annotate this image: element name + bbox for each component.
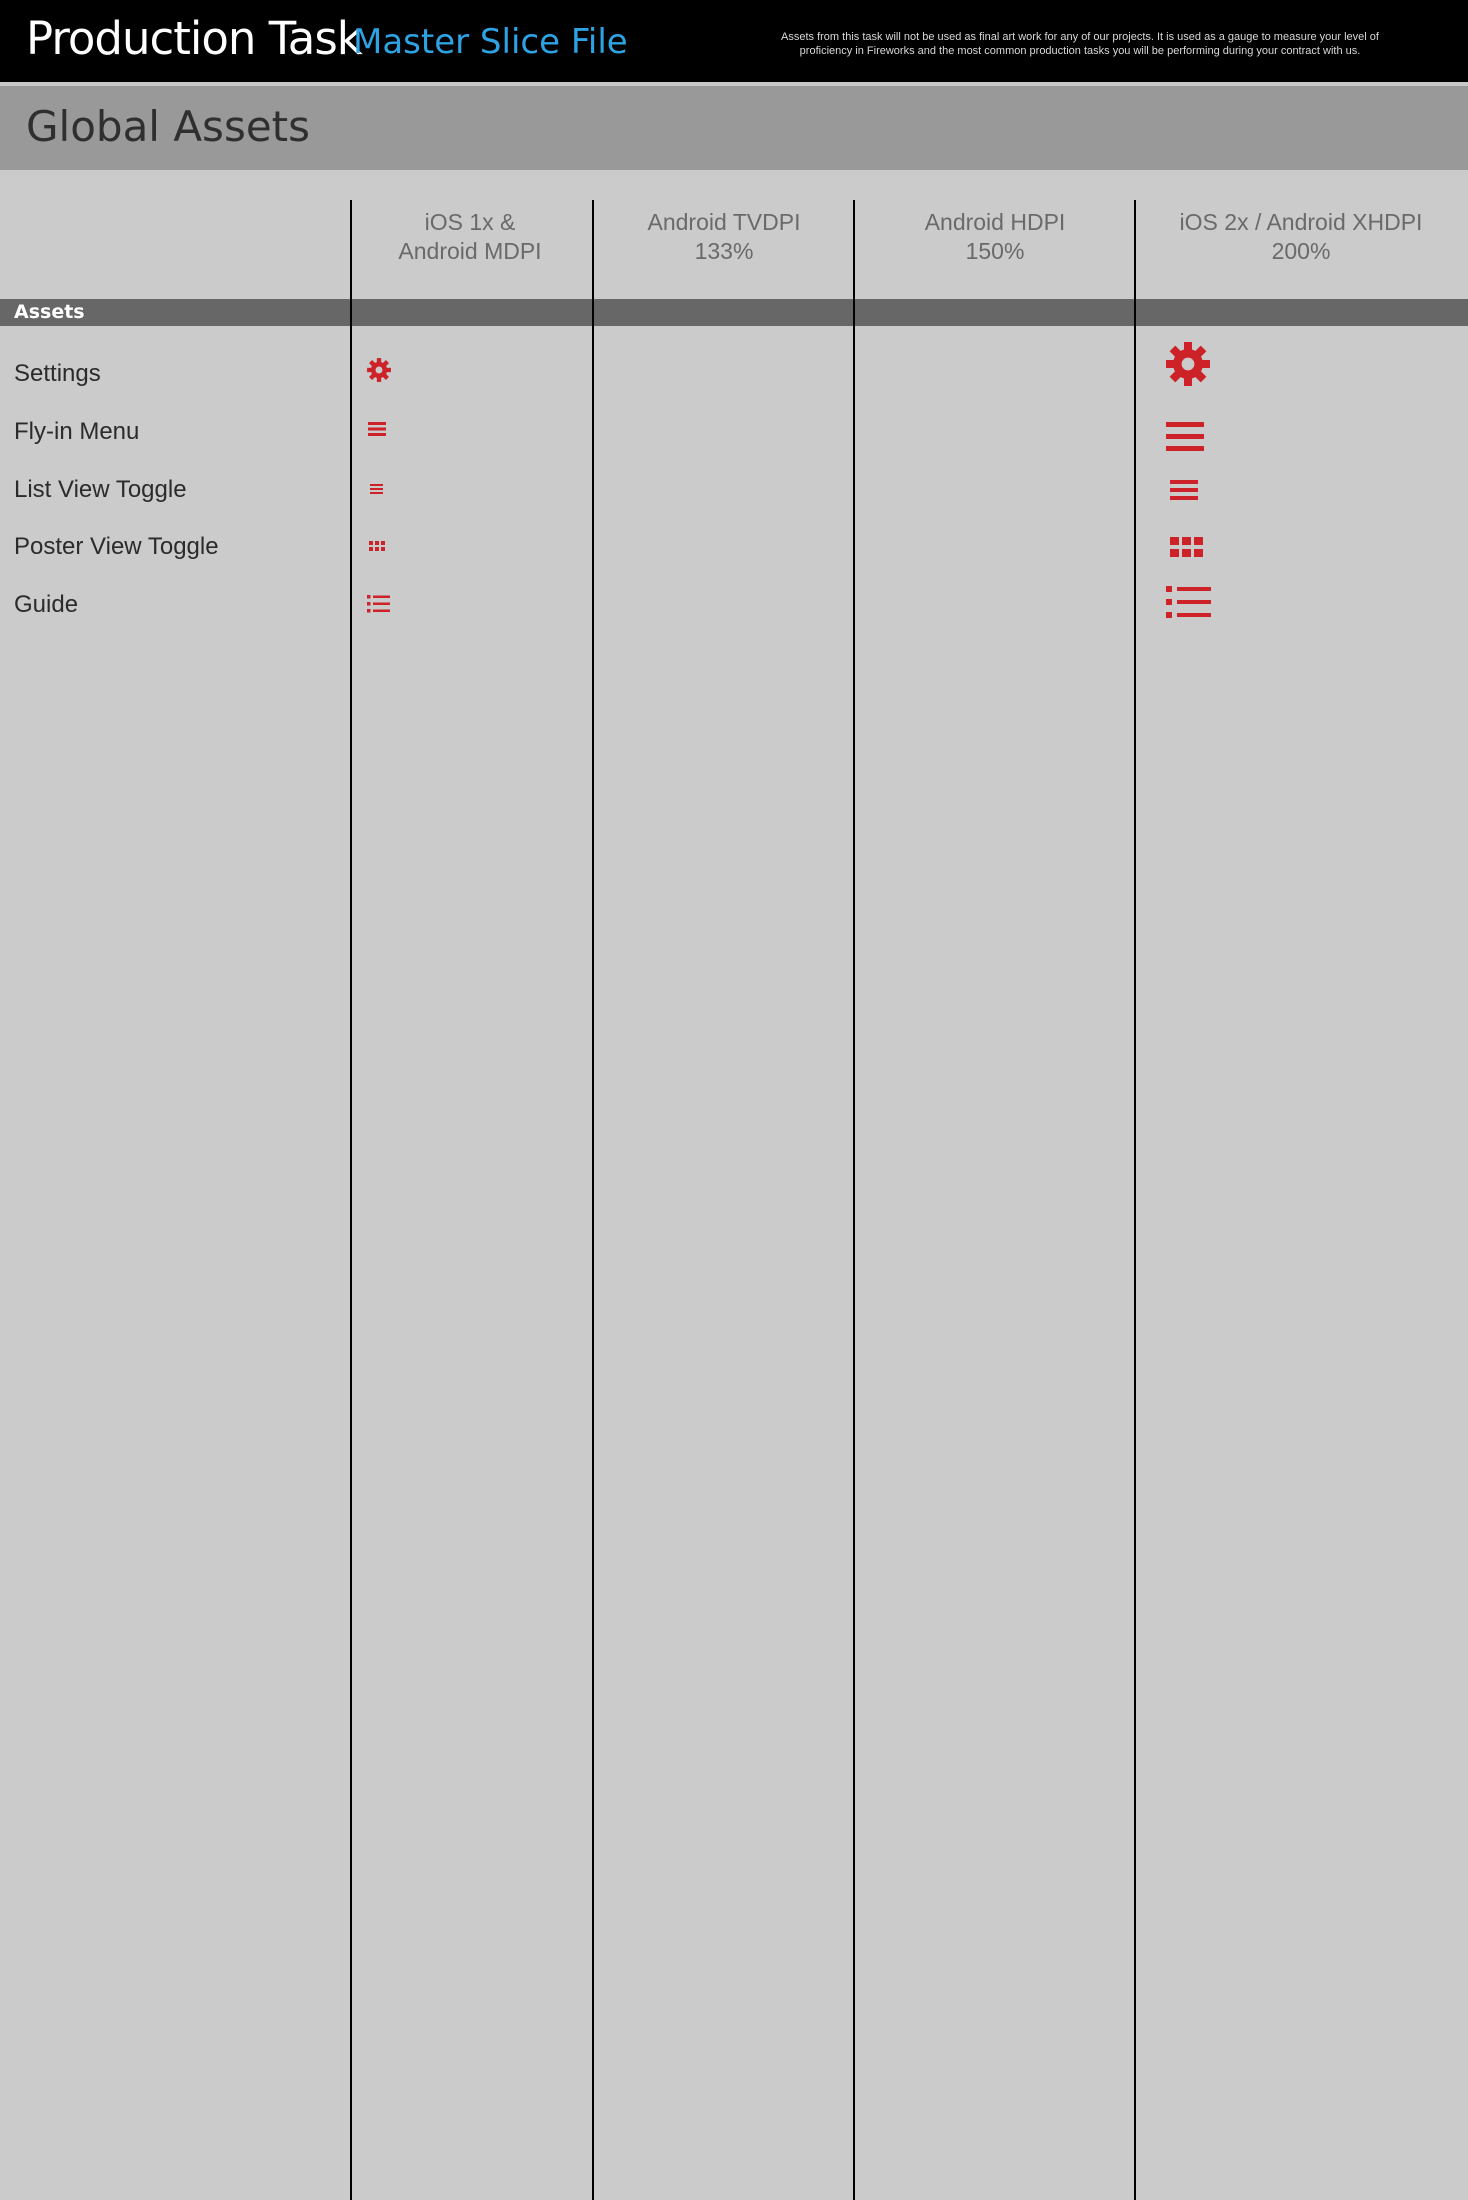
list-view-icon <box>1170 478 1198 502</box>
column-header-line: iOS 2x / Android XHDPI <box>1179 209 1423 235</box>
column-header-ios-1x: iOS 1x & Android MDPI <box>352 208 588 266</box>
page-title: Production Task <box>26 12 363 65</box>
column-header-line: 133% <box>694 238 754 264</box>
disclaimer-line-1: Assets from this task will not be used a… <box>781 31 1379 43</box>
bulleted-list-icon <box>367 594 391 614</box>
column-divider <box>350 200 352 2200</box>
row-label-list-view-toggle: List View Toggle <box>14 476 187 503</box>
bulleted-list-icon <box>1166 585 1212 621</box>
column-header-line: Android TVDPI <box>647 209 801 235</box>
column-header-ios-2x: iOS 2x / Android XHDPI 200% <box>1136 208 1466 266</box>
column-divider <box>853 200 855 2200</box>
row-label-poster-view-toggle: Poster View Toggle <box>14 533 219 560</box>
column-header-tvdpi: Android TVDPI 133% <box>594 208 854 266</box>
disclaimer-line-2: proficiency in Fireworks and the most co… <box>799 45 1361 57</box>
assets-group-label: Assets <box>14 301 85 323</box>
section-header: Global Assets <box>0 86 1468 170</box>
hamburger-menu-icon <box>368 421 386 437</box>
column-header-line: 150% <box>965 238 1025 264</box>
grid-view-icon <box>369 540 386 552</box>
gear-icon <box>1164 340 1212 388</box>
row-label-guide: Guide <box>14 591 79 618</box>
row-label-settings: Settings <box>14 360 101 387</box>
disclaimer-text: Assets from this task will not be used a… <box>740 30 1420 58</box>
column-header-line: iOS 1x & <box>424 209 516 235</box>
section-title: Global Assets <box>26 102 311 151</box>
column-divider <box>592 200 594 2200</box>
list-view-icon <box>370 483 383 495</box>
gear-icon <box>366 357 392 383</box>
row-label-fly-in-menu: Fly-in Menu <box>14 418 140 445</box>
top-header-bar: Production Task Master Slice File Assets… <box>0 0 1468 82</box>
column-header-line: Android HDPI <box>924 209 1066 235</box>
assets-group-band: Assets <box>0 299 1468 326</box>
column-header-line: Android MDPI <box>398 238 542 264</box>
column-header-line: 200% <box>1271 238 1331 264</box>
column-header-hdpi: Android HDPI 150% <box>855 208 1135 266</box>
column-divider <box>1134 200 1136 2200</box>
hamburger-menu-icon <box>1166 421 1204 453</box>
grid-view-icon <box>1170 536 1204 558</box>
page-subtitle: Master Slice File <box>353 22 628 62</box>
